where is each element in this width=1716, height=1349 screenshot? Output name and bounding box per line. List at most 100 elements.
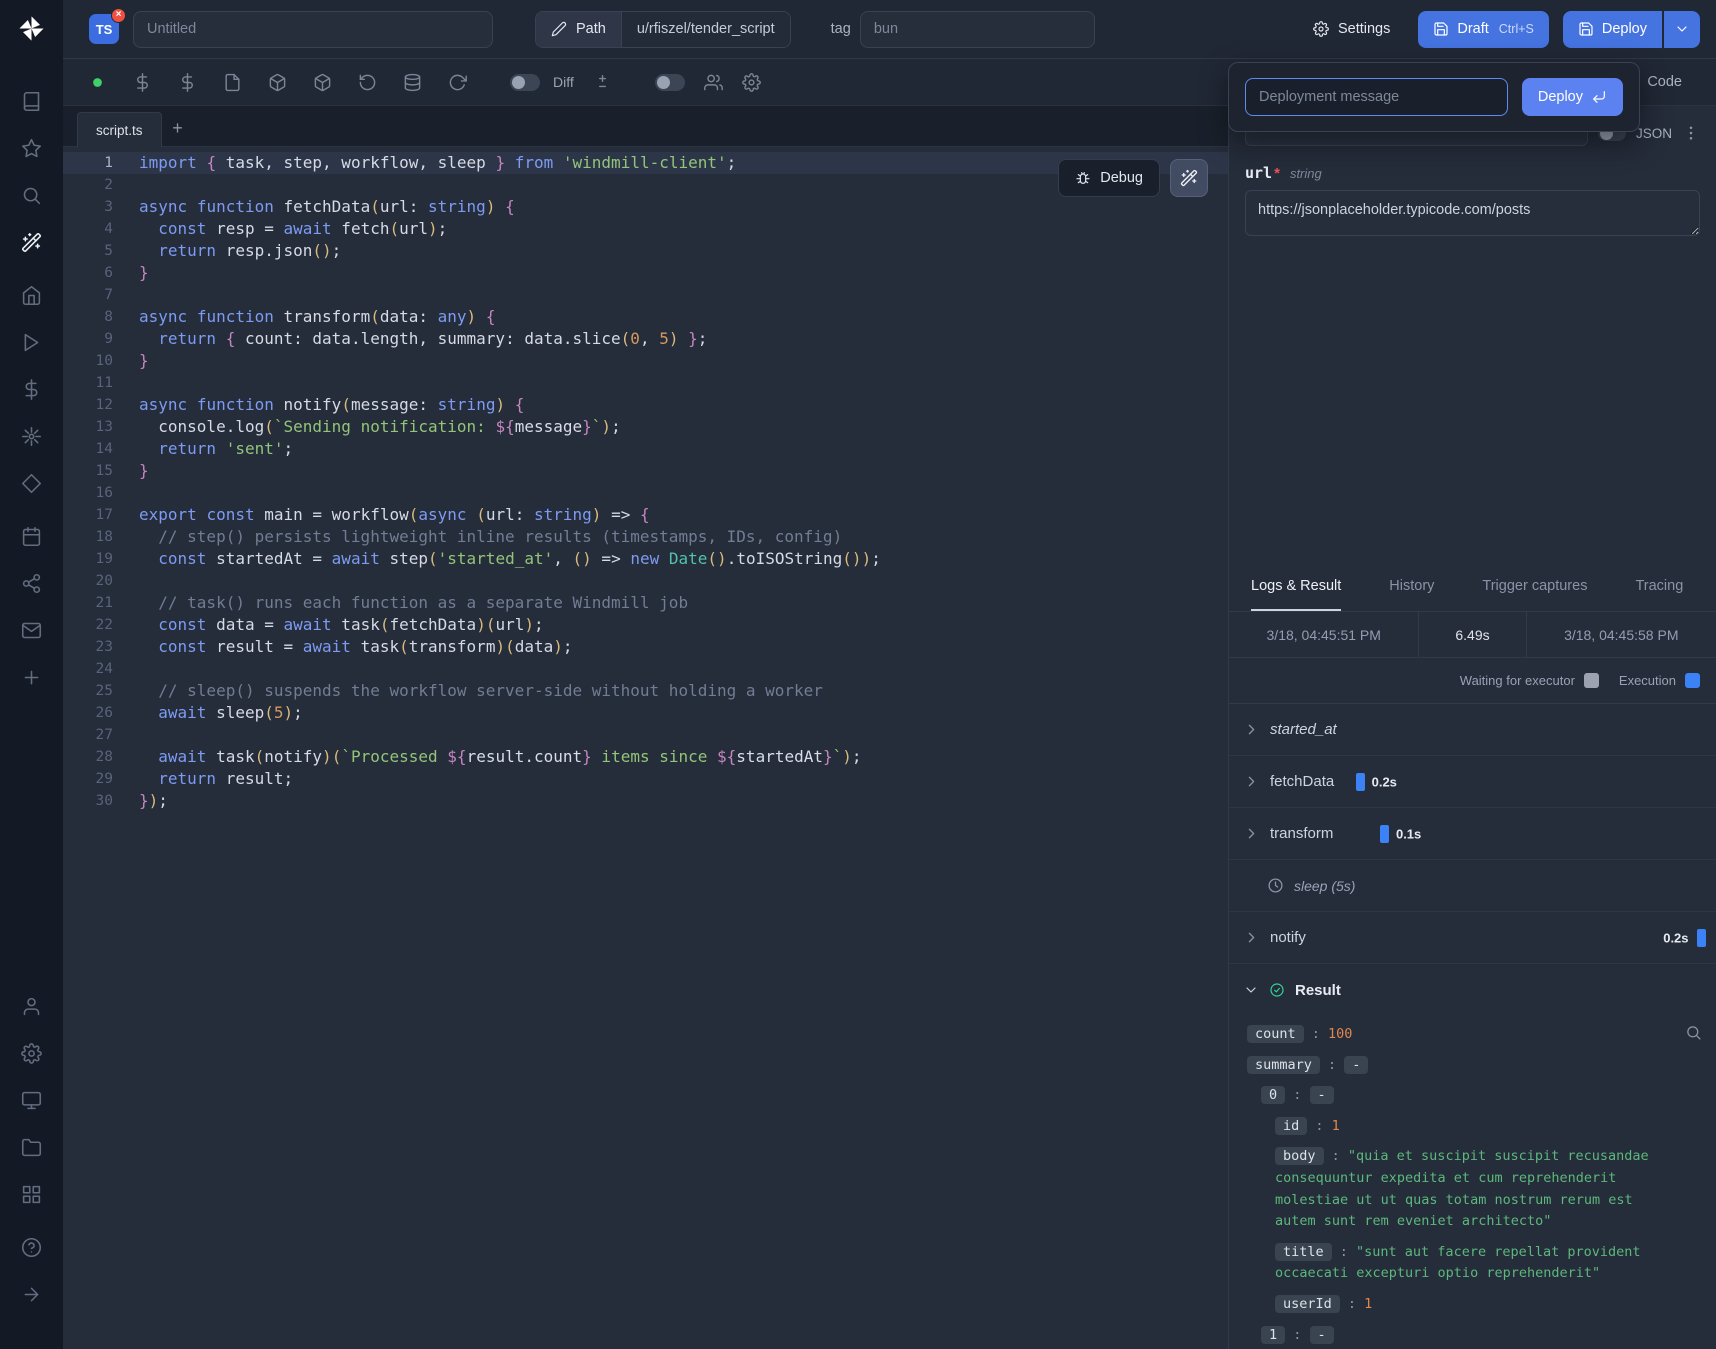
windmill-logo-icon[interactable] bbox=[17, 14, 46, 43]
result-key[interactable]: userId bbox=[1275, 1295, 1340, 1313]
settings-button[interactable]: Settings bbox=[1299, 11, 1404, 48]
draft-button[interactable]: Draft Ctrl+S bbox=[1418, 11, 1549, 48]
results-tab-trigger-captures[interactable]: Trigger captures bbox=[1482, 560, 1587, 611]
result-key[interactable]: summary bbox=[1247, 1056, 1320, 1074]
kebab-menu-icon[interactable] bbox=[1682, 124, 1700, 142]
multiplayer-toggle[interactable] bbox=[655, 74, 685, 91]
sidebar-item-star[interactable] bbox=[21, 138, 42, 159]
code-line[interactable]: 3async function fetchData(url: string) { bbox=[63, 196, 1228, 218]
code-line[interactable]: 18 // step() persists lightweight inline… bbox=[63, 526, 1228, 548]
sidebar-item-arrow-right[interactable] bbox=[21, 1284, 42, 1305]
code-line[interactable]: 28 await task(notify)(`Processed ${resul… bbox=[63, 746, 1228, 768]
timeline-step-started_at[interactable]: started_at bbox=[1229, 704, 1716, 756]
sidebar-item-book[interactable] bbox=[21, 91, 42, 112]
search-icon[interactable] bbox=[1685, 1024, 1702, 1041]
code-line[interactable]: 14 return 'sent'; bbox=[63, 438, 1228, 460]
sidebar-item-dollar[interactable] bbox=[21, 379, 42, 400]
diff-toggle[interactable] bbox=[510, 74, 540, 91]
deployment-message-input[interactable] bbox=[1245, 78, 1508, 116]
sidebar-item-help[interactable] bbox=[21, 1237, 42, 1258]
code-line[interactable]: 4 const resp = await fetch(url); bbox=[63, 218, 1228, 240]
sidebar-item-user[interactable] bbox=[21, 996, 42, 1017]
code-line[interactable]: 6} bbox=[63, 262, 1228, 284]
mode-label[interactable]: Code bbox=[1647, 74, 1716, 90]
code-line[interactable]: 20 bbox=[63, 570, 1228, 592]
deploy-menu-button[interactable] bbox=[1664, 11, 1700, 48]
result-header[interactable]: Result bbox=[1229, 964, 1716, 1016]
package-icon[interactable] bbox=[313, 73, 332, 92]
code-line[interactable]: 23 const result = await task(transform)(… bbox=[63, 636, 1228, 658]
code-line[interactable]: 22 const data = await task(fetchData)(ur… bbox=[63, 614, 1228, 636]
code-line[interactable]: 17export const main = workflow(async (ur… bbox=[63, 504, 1228, 526]
sidebar-item-play[interactable] bbox=[21, 332, 42, 353]
timeline-step-transform[interactable]: transform0.1s bbox=[1229, 808, 1716, 860]
code-line[interactable]: 16 bbox=[63, 482, 1228, 504]
results-tab-logs-result[interactable]: Logs & Result bbox=[1251, 560, 1341, 611]
code-line[interactable]: 10} bbox=[63, 350, 1228, 372]
add-tab-button[interactable]: + bbox=[162, 111, 194, 146]
code-line[interactable]: 19 const startedAt = await step('started… bbox=[63, 548, 1228, 570]
gear-icon[interactable] bbox=[742, 73, 761, 92]
code-line[interactable]: 15} bbox=[63, 460, 1228, 482]
sidebar-item-hub[interactable] bbox=[21, 426, 42, 447]
code-line[interactable]: 21 // task() runs each function as a sep… bbox=[63, 592, 1228, 614]
code-line[interactable]: 26 await sleep(5); bbox=[63, 702, 1228, 724]
sidebar-item-home[interactable] bbox=[21, 285, 42, 306]
code-editor[interactable]: 1import { task, step, workflow, sleep } … bbox=[63, 147, 1228, 1349]
sidebar-item-calendar[interactable] bbox=[21, 526, 42, 547]
result-key[interactable]: count bbox=[1247, 1025, 1304, 1043]
code-line[interactable]: 7 bbox=[63, 284, 1228, 306]
debug-button[interactable]: Debug bbox=[1058, 159, 1160, 197]
diff-stat-icon[interactable] bbox=[593, 73, 612, 92]
code-line[interactable]: 5 return resp.json(); bbox=[63, 240, 1228, 262]
code-line[interactable]: 30}); bbox=[63, 790, 1228, 812]
code-line[interactable]: 11 bbox=[63, 372, 1228, 394]
dollar-icon[interactable] bbox=[178, 73, 197, 92]
path-value[interactable]: u/rfiszel/tender_script bbox=[622, 12, 790, 47]
file-icon[interactable] bbox=[223, 73, 242, 92]
code-line[interactable]: 27 bbox=[63, 724, 1228, 746]
result-key[interactable]: id bbox=[1275, 1117, 1307, 1135]
result-key[interactable]: 1 bbox=[1261, 1326, 1285, 1344]
result-key[interactable]: title bbox=[1275, 1243, 1332, 1261]
sidebar-item-monitor[interactable] bbox=[21, 1090, 42, 1111]
code-line[interactable]: 24 bbox=[63, 658, 1228, 680]
result-value[interactable]: - bbox=[1310, 1086, 1334, 1104]
code-line[interactable]: 12async function notify(message: string)… bbox=[63, 394, 1228, 416]
code-line[interactable]: 2 bbox=[63, 174, 1228, 196]
sidebar-item-workflow[interactable] bbox=[21, 573, 42, 594]
result-value[interactable]: - bbox=[1310, 1326, 1334, 1344]
url-input[interactable]: https://jsonplaceholder.typicode.com/pos… bbox=[1245, 190, 1700, 236]
users-icon[interactable] bbox=[704, 73, 723, 92]
refresh-icon[interactable] bbox=[448, 73, 467, 92]
result-value[interactable]: - bbox=[1344, 1056, 1368, 1074]
code-line[interactable]: 29 return result; bbox=[63, 768, 1228, 790]
sidebar-item-mail[interactable] bbox=[21, 620, 42, 641]
sidebar-item-grid[interactable] bbox=[21, 1184, 42, 1205]
code-line[interactable]: 1import { task, step, workflow, sleep } … bbox=[63, 152, 1228, 174]
sidebar-item-gear[interactable] bbox=[21, 1043, 42, 1064]
sidebar-item-wand[interactable] bbox=[21, 232, 42, 253]
code-line[interactable]: 9 return { count: data.length, summary: … bbox=[63, 328, 1228, 350]
ai-wand-button[interactable] bbox=[1170, 159, 1208, 197]
history-icon[interactable] bbox=[358, 73, 377, 92]
timeline-step-fetchData[interactable]: fetchData0.2s bbox=[1229, 756, 1716, 808]
code-line[interactable]: 13 console.log(`Sending notification: ${… bbox=[63, 416, 1228, 438]
result-key[interactable]: 0 bbox=[1261, 1086, 1285, 1104]
tag-input[interactable] bbox=[860, 11, 1095, 48]
dollar-icon[interactable] bbox=[133, 73, 152, 92]
sidebar-item-search[interactable] bbox=[21, 185, 42, 206]
database-icon[interactable] bbox=[403, 73, 422, 92]
sidebar-item-folder[interactable] bbox=[21, 1137, 42, 1158]
path-edit-button[interactable]: Path bbox=[536, 12, 622, 47]
result-key[interactable]: body bbox=[1275, 1147, 1324, 1165]
code-line[interactable]: 25 // sleep() suspends the workflow serv… bbox=[63, 680, 1228, 702]
sidebar-item-plus[interactable] bbox=[21, 667, 42, 688]
code-line[interactable]: 8async function transform(data: any) { bbox=[63, 306, 1228, 328]
timeline-step-notify[interactable]: notify0.2s bbox=[1229, 912, 1716, 964]
results-tab-tracing[interactable]: Tracing bbox=[1635, 560, 1683, 611]
sidebar-item-diamond[interactable] bbox=[21, 473, 42, 494]
popup-deploy-button[interactable]: Deploy bbox=[1522, 78, 1623, 116]
script-title-input[interactable] bbox=[133, 11, 493, 48]
package-icon[interactable] bbox=[268, 73, 287, 92]
